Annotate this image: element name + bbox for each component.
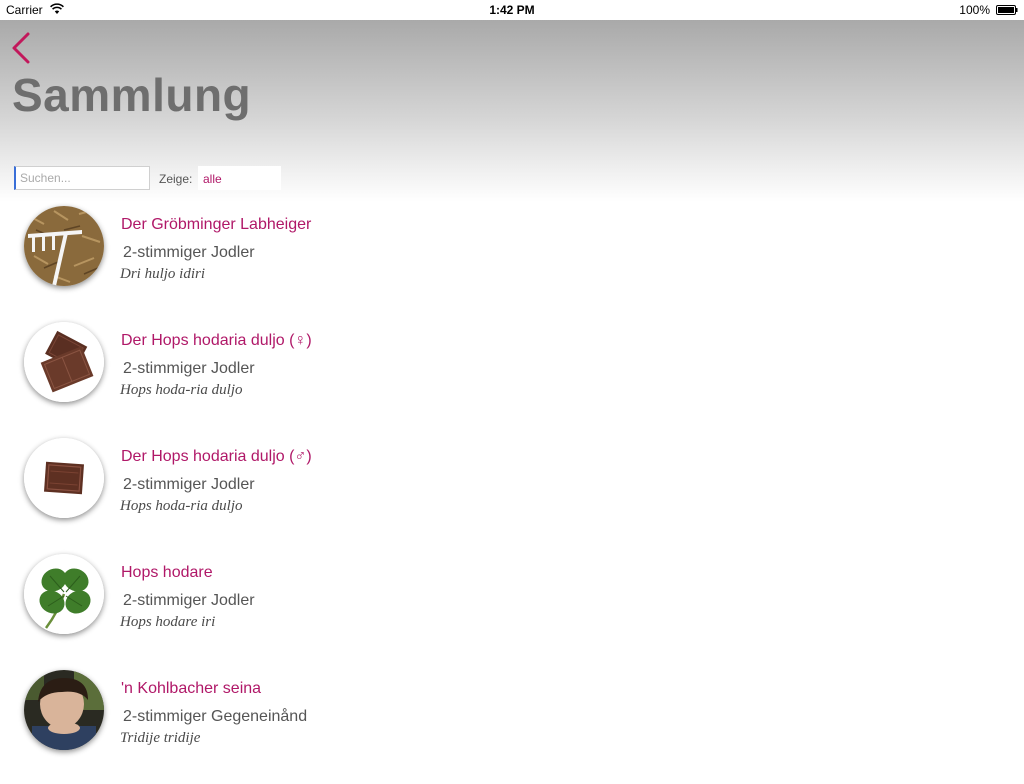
search-input[interactable] (14, 166, 150, 190)
status-bar: Carrier 1:42 PM 100% (0, 0, 1024, 20)
list-item[interactable]: Hops hodare 2-stimmiger Jodler Hops hoda… (0, 552, 1024, 668)
battery-percent: 100% (959, 3, 990, 17)
chocolate-piece-image (24, 438, 104, 518)
clock-time: 1:42 PM (489, 3, 535, 17)
song-title: Hops hodare (121, 564, 213, 581)
song-type: 2-stimmiger Jodler (123, 476, 255, 493)
song-lyric: Tridije tridije (120, 730, 201, 746)
list-item[interactable]: Der Hops hodaria duljo (♂) 2-stimmiger J… (0, 436, 1024, 552)
song-title: Der Gröbminger Labheiger (121, 216, 312, 233)
show-filter-select[interactable]: alle (198, 166, 281, 190)
song-title: 'n Kohlbacher seina (121, 680, 262, 697)
hay-rake-image (24, 206, 104, 286)
song-title: Der Hops hodaria duljo (♂) (121, 448, 312, 465)
list-item[interactable]: Der Hops hodaria duljo (♀) 2-stimmiger J… (0, 320, 1024, 436)
song-lyric: Hops hoda-ria duljo (120, 498, 243, 514)
show-filter-label: Zeige: (159, 172, 193, 186)
song-lyric: Hops hodare iri (120, 614, 216, 630)
chevron-left-icon[interactable] (8, 30, 34, 66)
song-type: 2-stimmiger Jodler (123, 360, 255, 377)
chocolate-pieces-image (24, 322, 104, 402)
battery-icon (996, 5, 1018, 15)
song-type: 2-stimmiger Jodler (123, 244, 255, 261)
song-type: 2-stimmiger Jodler (123, 592, 255, 609)
list-item[interactable]: 'n Kohlbacher seina 2-stimmiger Gegenein… (0, 668, 1024, 784)
song-title: Der Hops hodaria duljo (♀) (121, 332, 312, 349)
four-leaf-clover-image (24, 554, 104, 634)
boy-portrait-image (24, 670, 104, 750)
song-lyric: Dri huljo idiri (120, 266, 206, 282)
list-item[interactable]: Der Gröbminger Labheiger 2-stimmiger Jod… (0, 204, 1024, 320)
song-lyric: Hops hoda-ria duljo (120, 382, 243, 398)
song-list: Der Gröbminger Labheiger 2-stimmiger Jod… (0, 204, 1024, 784)
page-title: Sammlung (12, 69, 252, 121)
song-type: 2-stimmiger Gegeneinånd (123, 708, 308, 725)
